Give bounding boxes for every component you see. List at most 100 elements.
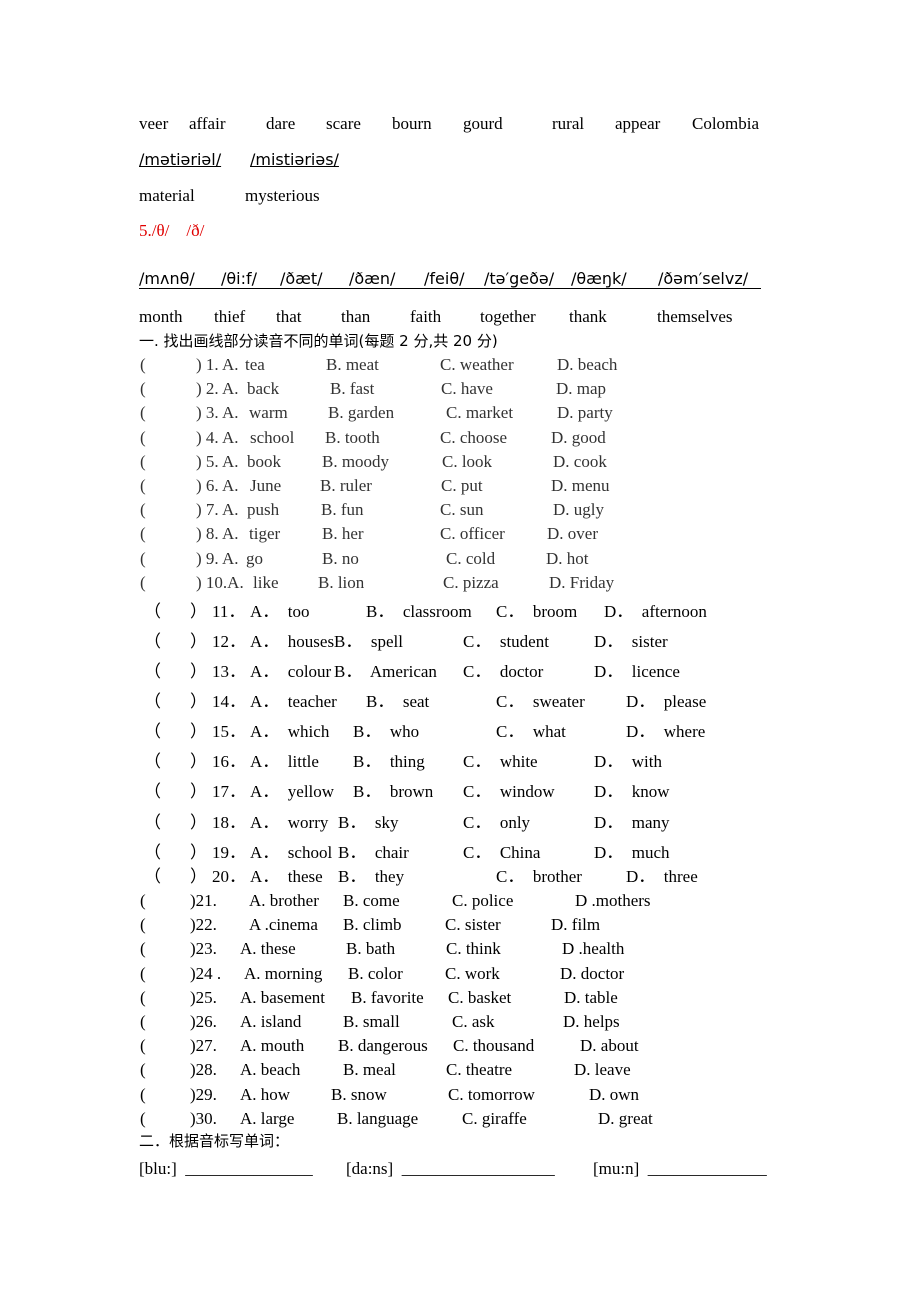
- answer-blank: （: [144, 813, 161, 832]
- phonetic: /feiθ/: [424, 269, 465, 288]
- fill-in-blank: [da:ns] __________________: [346, 1159, 555, 1178]
- option-d: D． three: [626, 867, 698, 886]
- option-d: D. hot: [546, 548, 589, 568]
- option-d: D. own: [589, 1084, 640, 1104]
- answer-blank-close: ）: [190, 632, 207, 651]
- option-b: B. come: [343, 891, 400, 910]
- option-b: B. fun: [321, 500, 364, 520]
- answer-blank: （: [144, 632, 161, 651]
- option-a: A. these: [240, 939, 296, 959]
- option-d: D. leave: [574, 1060, 631, 1080]
- vocab-word: gourd: [463, 114, 503, 133]
- answer-blank-close: ）: [190, 813, 207, 832]
- option-a: A. basement: [240, 987, 325, 1007]
- question-number: )24 .: [190, 963, 222, 983]
- option-d: D. Friday: [549, 572, 615, 592]
- option-b: B. color: [348, 963, 403, 983]
- vocab-word: faith: [410, 307, 442, 326]
- question-number: ) 1. A.: [196, 355, 239, 374]
- answer-blank: (: [140, 915, 146, 935]
- phonetic: /ðæn/: [349, 269, 396, 288]
- option-a: warm: [249, 403, 288, 423]
- answer-blank: (: [140, 476, 146, 495]
- option-d: D. about: [580, 1036, 639, 1056]
- option-c: C. giraffe: [462, 1108, 527, 1128]
- answer-blank: （: [144, 722, 161, 741]
- phonetic: /θæŋk/: [571, 269, 627, 288]
- option-a: A． little: [250, 752, 319, 771]
- option-d: D. table: [564, 987, 618, 1007]
- answer-blank-close: ）: [190, 752, 207, 771]
- option-b: B. lion: [318, 572, 365, 592]
- option-c: C． white: [463, 752, 538, 771]
- option-b: B． they: [338, 867, 405, 886]
- option-b: B. meal: [343, 1060, 396, 1080]
- question-number: ) 9. A.: [196, 548, 239, 568]
- answer-blank: (: [140, 427, 146, 447]
- option-b: B. bath: [346, 939, 396, 959]
- option-c: C. cold: [446, 548, 496, 568]
- answer-blank: (: [140, 403, 146, 423]
- option-d: D. doctor: [560, 963, 625, 983]
- answer-blank: (: [140, 500, 146, 520]
- option-d: D. menu: [551, 476, 610, 495]
- option-c: C. ask: [452, 1012, 495, 1031]
- option-d: D． licence: [594, 662, 680, 681]
- option-c: C. thousand: [453, 1036, 535, 1056]
- option-a: back: [247, 379, 280, 399]
- option-c: C. basket: [448, 987, 512, 1007]
- option-b: B. favorite: [351, 987, 424, 1007]
- phonetic: /tə′geðə/: [484, 269, 555, 288]
- option-c: C. sister: [445, 915, 501, 935]
- fill-in-blank: [mu:n] ______________: [593, 1159, 767, 1178]
- option-a: A. morning: [244, 963, 323, 983]
- vocab-word: mysterious: [245, 186, 320, 205]
- question-number: ) 5. A.: [196, 451, 239, 471]
- option-d: D． know: [594, 782, 670, 801]
- option-c: C. pizza: [443, 572, 499, 592]
- option-a: A. brother: [249, 891, 319, 910]
- vocab-word: veer: [139, 114, 169, 133]
- answer-blank: (: [140, 379, 146, 399]
- option-a: tea: [245, 355, 265, 374]
- option-b: B. ruler: [320, 476, 372, 495]
- answer-blank: （: [144, 752, 161, 771]
- option-a: A． too: [250, 602, 310, 621]
- option-c: C． brother: [496, 867, 582, 886]
- option-d: D. ugly: [553, 500, 604, 520]
- option-b: B． spell: [334, 632, 403, 651]
- vocab-word: material: [139, 186, 195, 205]
- answer-blank-close: ）: [190, 662, 207, 681]
- answer-blank: (: [140, 1012, 146, 1031]
- answer-blank: （: [144, 662, 161, 681]
- option-d: D． sister: [594, 632, 668, 651]
- answer-blank: (: [140, 1108, 146, 1128]
- answer-blank: （: [144, 602, 161, 621]
- option-c: C. tomorrow: [448, 1084, 535, 1104]
- section-title: 一. 找出画线部分读音不同的单词(每题 2 分,共 20 分): [139, 332, 498, 350]
- vocab-word: than: [341, 307, 371, 326]
- option-d: D． with: [594, 752, 662, 771]
- question-number: )26.: [190, 1012, 217, 1031]
- option-b: B. her: [322, 524, 364, 544]
- answer-blank: (: [140, 524, 146, 544]
- option-b: B． chair: [338, 843, 409, 862]
- option-a: A. island: [240, 1012, 302, 1031]
- option-b: B． thing: [353, 752, 425, 771]
- question-number: )28.: [190, 1060, 217, 1080]
- option-c: C． doctor: [463, 662, 544, 681]
- question-number: 17．: [212, 782, 246, 801]
- option-c: C. weather: [440, 355, 514, 374]
- option-d: D. party: [557, 403, 613, 423]
- answer-blank-close: ）: [190, 843, 207, 862]
- question-number: ) 2. A.: [196, 379, 239, 399]
- vocab-word: themselves: [657, 307, 733, 326]
- phonetic: /ðəm′selvz/: [658, 269, 749, 288]
- option-d: D. great: [598, 1108, 653, 1128]
- vocab-word: Colombia: [692, 114, 760, 133]
- answer-blank: (: [140, 963, 146, 983]
- option-d: D． where: [626, 722, 706, 741]
- answer-blank: (: [140, 987, 146, 1007]
- answer-blank: (: [140, 572, 146, 592]
- answer-blank-close: ）: [190, 782, 207, 801]
